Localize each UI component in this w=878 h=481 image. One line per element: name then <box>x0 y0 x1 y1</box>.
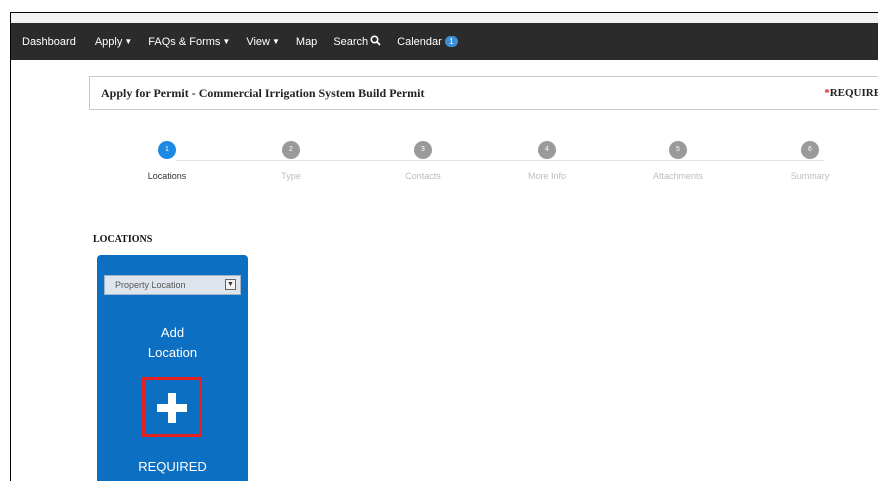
add-location-button[interactable] <box>142 377 202 437</box>
browser-frame: Dashboard Apply ▼ FAQs & Forms ▼ View ▼ … <box>10 12 878 481</box>
step-number: 6 <box>801 141 819 159</box>
add-location-label: Add Location <box>97 323 248 363</box>
step-label: Attachments <box>652 171 704 181</box>
step-summary[interactable]: 6 Summary <box>760 141 860 181</box>
nav-view-label: View <box>246 35 270 48</box>
step-label: Contacts <box>405 171 441 181</box>
step-label: Locations <box>147 171 187 181</box>
step-label: More Info <box>527 171 567 181</box>
chevron-down-icon: ▼ <box>225 279 236 290</box>
chevron-down-icon: ▼ <box>271 37 280 46</box>
top-strip <box>11 13 878 23</box>
chevron-down-icon: ▼ <box>124 37 133 46</box>
nav-search-label: Search <box>333 35 369 48</box>
location-type-value: Property Location <box>115 280 186 290</box>
search-icon <box>370 34 381 49</box>
nav-search[interactable]: Search <box>325 34 389 49</box>
add-location-card: Property Location ▼ Add Location REQUIRE… <box>97 255 248 481</box>
nav-calendar[interactable]: Calendar 1 <box>389 36 466 48</box>
step-contacts[interactable]: 3 Contacts <box>373 141 473 181</box>
nav-map-label: Map <box>295 35 318 48</box>
step-label: Type <box>281 171 301 181</box>
nav-map[interactable]: Map <box>288 36 325 48</box>
step-number: 1 <box>158 141 176 159</box>
step-attachments[interactable]: 5 Attachments <box>628 141 728 181</box>
step-number: 5 <box>669 141 687 159</box>
step-type[interactable]: 2 Type <box>241 141 341 181</box>
step-label: Summary <box>790 171 830 181</box>
add-location-line2: Location <box>147 345 198 360</box>
required-legend-label: REQUIRED <box>829 87 878 99</box>
nav-view[interactable]: View ▼ <box>238 36 288 48</box>
nav-faqs-forms-label: FAQs & Forms <box>148 35 221 48</box>
main-navbar: Dashboard Apply ▼ FAQs & Forms ▼ View ▼ … <box>11 23 878 60</box>
nav-apply[interactable]: Apply ▼ <box>87 36 140 48</box>
required-legend: *REQUIRED <box>824 87 878 99</box>
location-required-label: REQUIRED <box>138 459 207 474</box>
step-number: 2 <box>282 141 300 159</box>
locations-heading: LOCATIONS <box>93 234 153 245</box>
step-number: 4 <box>538 141 556 159</box>
page-title: Apply for Permit - Commercial Irrigation… <box>101 86 425 100</box>
chevron-down-icon: ▼ <box>222 37 231 46</box>
calendar-count-badge: 1 <box>444 36 458 47</box>
step-more-info[interactable]: 4 More Info <box>497 141 597 181</box>
nav-calendar-label: Calendar <box>397 35 442 48</box>
nav-faqs-forms[interactable]: FAQs & Forms ▼ <box>140 36 238 48</box>
nav-apply-label: Apply <box>94 35 123 48</box>
step-number: 3 <box>414 141 432 159</box>
step-locations[interactable]: 1 Locations <box>117 141 217 181</box>
page-title-bar: Apply for Permit - Commercial Irrigation… <box>89 76 878 110</box>
nav-dashboard[interactable]: Dashboard <box>11 36 87 48</box>
location-type-select[interactable]: Property Location ▼ <box>104 275 241 295</box>
add-location-line1: Add <box>160 325 185 340</box>
nav-dashboard-label: Dashboard <box>22 35 76 48</box>
